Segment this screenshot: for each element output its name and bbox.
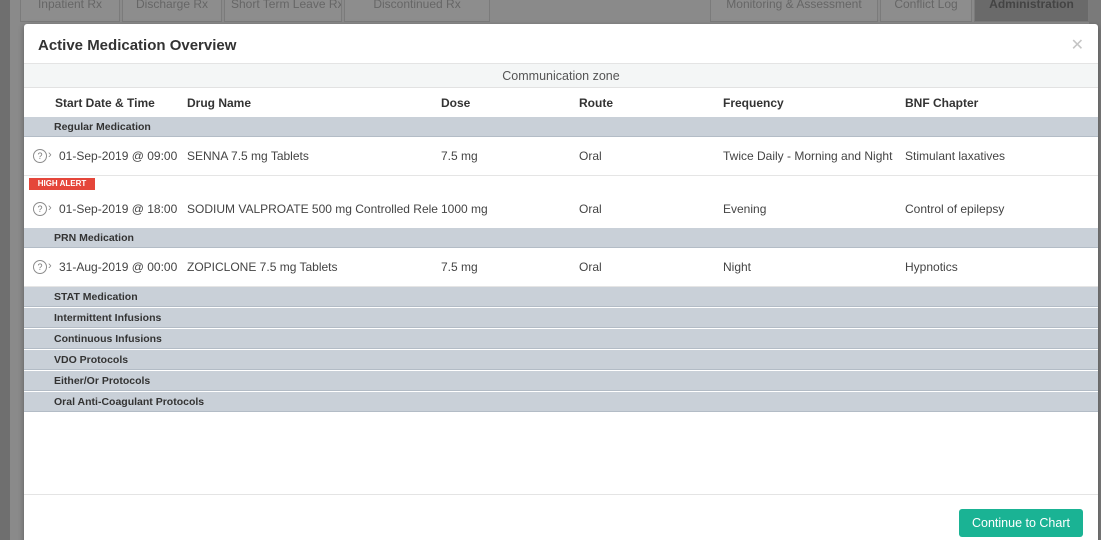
left-panel xyxy=(0,0,10,540)
modal-header: Active Medication Overview ✕ xyxy=(24,24,1098,64)
communication-zone[interactable]: Communication zone xyxy=(24,64,1098,88)
cell-route: Oral xyxy=(579,149,602,163)
column-frequency: Frequency xyxy=(723,96,784,110)
section-label: Oral Anti-Coagulant Protocols xyxy=(54,396,205,408)
section-stat-medication: STAT Medication xyxy=(24,287,1098,307)
section-label: Either/Or Protocols xyxy=(54,375,151,387)
tab-inpatient-rx[interactable]: Inpatient Rx xyxy=(20,0,120,22)
active-medication-modal: Active Medication Overview ✕ Communicati… xyxy=(24,24,1098,540)
cell-start: 01-Sep-2019 @ 09:00 xyxy=(59,149,178,163)
section-label: STAT Medication xyxy=(54,291,138,303)
tab-discontinued-rx[interactable]: Discontinued Rx xyxy=(344,0,490,22)
chevron-right-icon: › xyxy=(48,202,52,214)
cell-start: 31-Aug-2019 @ 00:00 xyxy=(59,260,178,274)
column-drug-name: Drug Name xyxy=(187,96,252,110)
table-row[interactable]: ? › 31-Aug-2019 @ 00:00 ZOPICLONE 7.5 mg… xyxy=(24,248,1098,287)
tab-monitoring-assessment[interactable]: Monitoring & Assessment xyxy=(710,0,878,22)
cell-drug: ZOPICLONE 7.5 mg Tablets xyxy=(187,260,338,274)
cell-bnf: Hypnotics xyxy=(905,260,958,274)
alert-strip: HIGH ALERT xyxy=(24,177,1098,191)
table-header: Start Date & Time Drug Name Dose Route F… xyxy=(24,88,1098,116)
section-vdo-protocols: VDO Protocols xyxy=(24,350,1098,370)
help-circle-icon[interactable]: ? xyxy=(33,202,47,216)
table-row[interactable]: ? › 01-Sep-2019 @ 09:00 SENNA 7.5 mg Tab… xyxy=(24,137,1098,176)
section-either-or-protocols: Either/Or Protocols xyxy=(24,371,1098,391)
section-oral-anticoagulant-protocols: Oral Anti-Coagulant Protocols xyxy=(24,392,1098,412)
cell-route: Oral xyxy=(579,202,602,216)
modal-footer: Continue to Chart xyxy=(24,494,1098,540)
cell-dose: 7.5 mg xyxy=(441,260,478,274)
chevron-right-icon: › xyxy=(48,149,52,161)
column-route: Route xyxy=(579,96,613,110)
cell-bnf: Stimulant laxatives xyxy=(905,149,1006,163)
table-row[interactable]: ? › 01-Sep-2019 @ 18:00 SODIUM VALPROATE… xyxy=(24,190,1098,229)
section-label: PRN Medication xyxy=(54,232,134,244)
tab-discharge-rx[interactable]: Discharge Rx xyxy=(122,0,222,22)
help-circle-icon[interactable]: ? xyxy=(33,260,47,274)
chevron-right-icon: › xyxy=(48,260,52,272)
tab-administration[interactable]: Administration xyxy=(974,0,1089,22)
cell-dose: 7.5 mg xyxy=(441,149,478,163)
column-bnf-chapter: BNF Chapter xyxy=(905,96,979,110)
section-prn-medication: PRN Medication xyxy=(24,228,1098,248)
high-alert-badge: HIGH ALERT xyxy=(29,178,95,190)
section-label: Regular Medication xyxy=(54,121,151,133)
section-intermittent-infusions: Intermittent Infusions xyxy=(24,308,1098,328)
column-start-date-time: Start Date & Time xyxy=(55,96,155,110)
cell-frequency: Twice Daily - Morning and Night xyxy=(723,149,893,163)
section-label: Continuous Infusions xyxy=(54,333,162,345)
column-dose: Dose xyxy=(441,96,471,110)
background-tab-bar: Inpatient Rx Discharge Rx Short Term Lea… xyxy=(20,0,1089,22)
cell-frequency: Evening xyxy=(723,202,767,216)
close-icon[interactable]: ✕ xyxy=(1071,35,1084,55)
cell-drug: SODIUM VALPROATE 500 mg Controlled Rele.… xyxy=(187,202,439,216)
help-circle-icon[interactable]: ? xyxy=(33,149,47,163)
cell-bnf: Control of epilepsy xyxy=(905,202,1005,216)
cell-frequency: Night xyxy=(723,260,752,274)
cell-dose: 1000 mg xyxy=(441,202,488,216)
cell-drug: SENNA 7.5 mg Tablets xyxy=(187,149,309,163)
section-continuous-infusions: Continuous Infusions xyxy=(24,329,1098,349)
section-regular-medication: Regular Medication xyxy=(24,117,1098,137)
modal-title: Active Medication Overview xyxy=(38,37,237,54)
cell-route: Oral xyxy=(579,260,602,274)
section-label: VDO Protocols xyxy=(54,354,129,366)
tab-short-term-leave-rx[interactable]: Short Term Leave Rx xyxy=(224,0,342,22)
cell-start: 01-Sep-2019 @ 18:00 xyxy=(59,202,178,216)
tab-conflict-log[interactable]: Conflict Log xyxy=(880,0,972,22)
continue-to-chart-button[interactable]: Continue to Chart xyxy=(959,509,1083,537)
section-label: Intermittent Infusions xyxy=(54,312,162,324)
